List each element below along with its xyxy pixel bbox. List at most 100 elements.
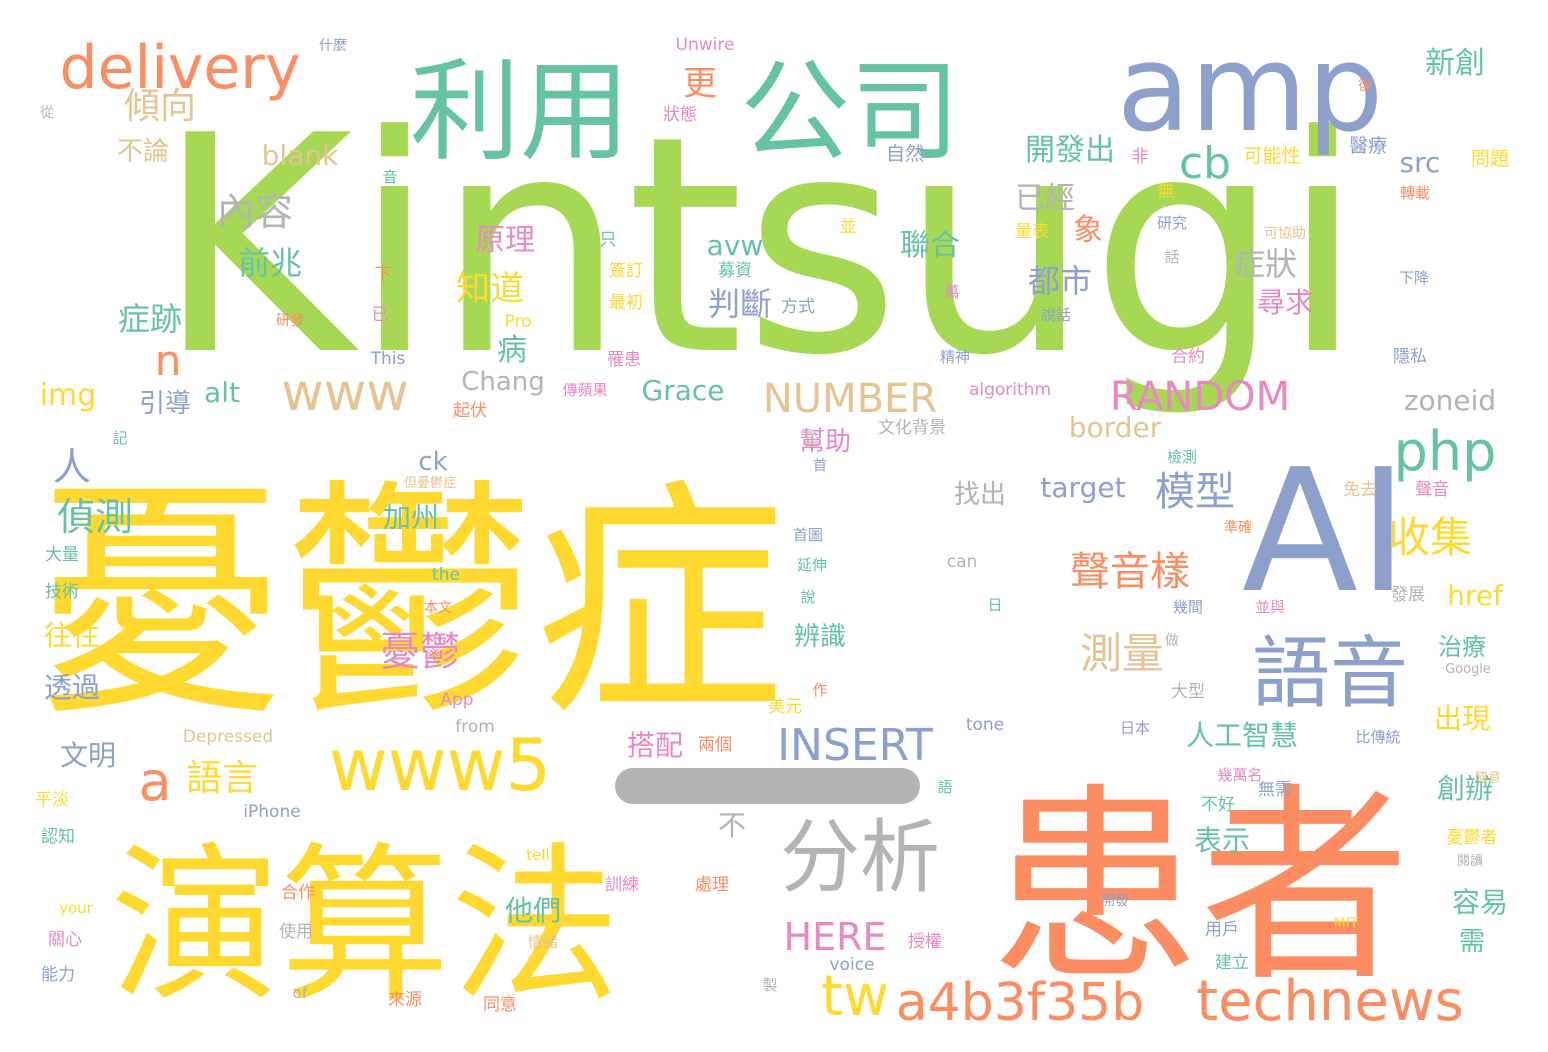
word-cjk-78: 治療 [1438,633,1486,661]
word-cjk-112: 精神 [940,348,970,366]
word-cjk-88: 問題 [1471,148,1509,170]
word-cjk-118: 文化背景 [878,418,946,438]
word-cjk-155: 無需 [1258,780,1292,800]
word-cjk-67: 出現 [1434,702,1490,735]
word-cjk-105: 研發 [276,313,304,329]
word-cjk-71: 文明 [60,739,116,772]
word-cjk-72: 表示 [1194,824,1250,857]
word-cjk-41: 開發出 [1025,133,1115,168]
word-border: border [1069,411,1162,444]
word-cjk-10: 語音 [1252,629,1408,719]
word-cjk-169: 授權 [908,932,942,952]
word-can: can [947,552,978,572]
word-cjk-125: 聲音 [1415,480,1449,500]
word-cjk-70: 透過 [44,671,100,704]
word-cjk-129: 大量 [45,545,79,565]
word-cjk-27: 聲音樣 [1070,549,1190,595]
word-cjk-123: 檢測 [1167,448,1197,466]
word-cjk-28: 模型 [1155,469,1235,515]
word-cjk-7: 公司 [740,48,960,176]
word-cjk-64: 找出 [954,480,1006,510]
word-cjk-139: 作 [812,681,827,699]
word-number: NUMBER [763,376,937,422]
word-dash: — [615,768,920,804]
word-cjk-75: 需 [1459,927,1485,957]
word-www5: www5 [329,723,551,807]
word-cjk-81: 什麼 [319,38,347,54]
word-google: Google [1445,662,1491,677]
word-cjk-136: 幾間 [1173,598,1203,616]
word-cjk-40: 症狀 [1233,245,1297,283]
word-cjk-47: 原理 [475,223,535,258]
word-cjk-144: 大型 [1171,682,1205,702]
word-cloud: Kintsugi憂鬱症患者演算法AIamp利用 公司delivery分析語音www… [35,20,1509,1034]
word-cjk-35: 前兆 [238,244,302,282]
word-src: src [1400,146,1441,179]
word-cjk-83: 狀態 [663,105,697,125]
word-cjk-30: 測量 [1080,629,1164,678]
word-the: the [432,565,460,585]
word-cjk-45: 尋求 [1257,286,1313,319]
word-cjk-29: 收集 [1388,513,1472,562]
word-chang: Chang [461,367,545,397]
word-href: href [1447,579,1504,612]
word-cjk-104: 已 [372,305,389,325]
word-mit: MIT [1334,916,1359,932]
word-cjk-82: 從 [40,105,54,121]
word-algorithm: algorithm [969,380,1051,400]
word-cjk-86: 可能性 [1243,145,1300,167]
word-cjk-92: 無 [1158,182,1175,202]
word-cjk-157: 不好 [1201,795,1235,815]
word-cjk-84: 自然 [886,143,924,165]
word-cjk-42: 已經 [1015,181,1075,216]
word-www: www [281,363,409,423]
word-cjk-32: 偵測 [57,495,133,539]
word-from: from [455,717,495,737]
word-cjk-140: 做 [1165,633,1179,649]
word-cjk-115: 傳蘋果 [562,381,607,399]
word-ck: ck [418,447,447,477]
word-cjk-128: 延伸 [797,556,827,574]
word-cjk-171: 關心 [48,930,82,950]
word-blank: blank [262,139,339,172]
word-cjk-97: 只 [600,230,617,250]
word-cjk-68: 搭配 [627,729,683,762]
word-cjk-122: 首 [813,458,827,474]
word-cjk-153: 語 [937,778,952,796]
word-cjk-85: 非 [1132,147,1149,167]
word-of: of [293,984,308,1002]
word-cjk-37: 知道 [456,269,524,309]
word-cjk-93: 研究 [1157,214,1187,232]
word-cjk-150: 兩個 [698,735,732,755]
word-cjk-62: 不論 [117,137,169,167]
word-cjk-94: 並 [840,217,857,237]
word-cjk-101: 話 [1164,248,1179,266]
word-cjk-163: 處理 [695,875,729,895]
word-cjk-178: 來源 [388,990,422,1010]
word-cjk-9: 分析 [780,811,940,904]
word-cjk-158: 認知 [41,827,75,847]
word-cjk-90: 轉載 [1400,184,1430,202]
word-cjk-159: 憂鬱者 [1447,828,1498,848]
word-insert: INSERT [777,720,933,771]
word-cjk-176: 製 [762,976,777,994]
word-cjk-44: 象 [1073,213,1103,248]
word-cjk-66: 人工智慧 [1186,719,1298,752]
word-cjk-114: 隱私 [1393,347,1427,367]
word-app: App [440,690,473,710]
word-img: img [40,378,97,413]
word-cjk-173: 建立 [1215,953,1249,973]
word-a4b3f35b: a4b3f35b [896,973,1145,1033]
word-cjk-152: 平淡 [35,790,69,810]
word-pro: Pro [505,312,532,332]
word-cjk-65: 加州 [383,501,439,534]
word-cjk-127: 首圖 [793,526,823,544]
word-cjk-77: 不 [718,809,746,842]
word-cjk-6: 利用 [410,48,630,176]
word-unwire: Unwire [676,35,735,55]
word-cjk-149: 比傳統 [1355,728,1400,746]
word-a: a [138,750,171,813]
word-zoneid: zoneid [1404,384,1496,417]
word-cjk-165: 開發 [1101,893,1129,909]
word-cjk-26: 內容 [217,190,293,234]
